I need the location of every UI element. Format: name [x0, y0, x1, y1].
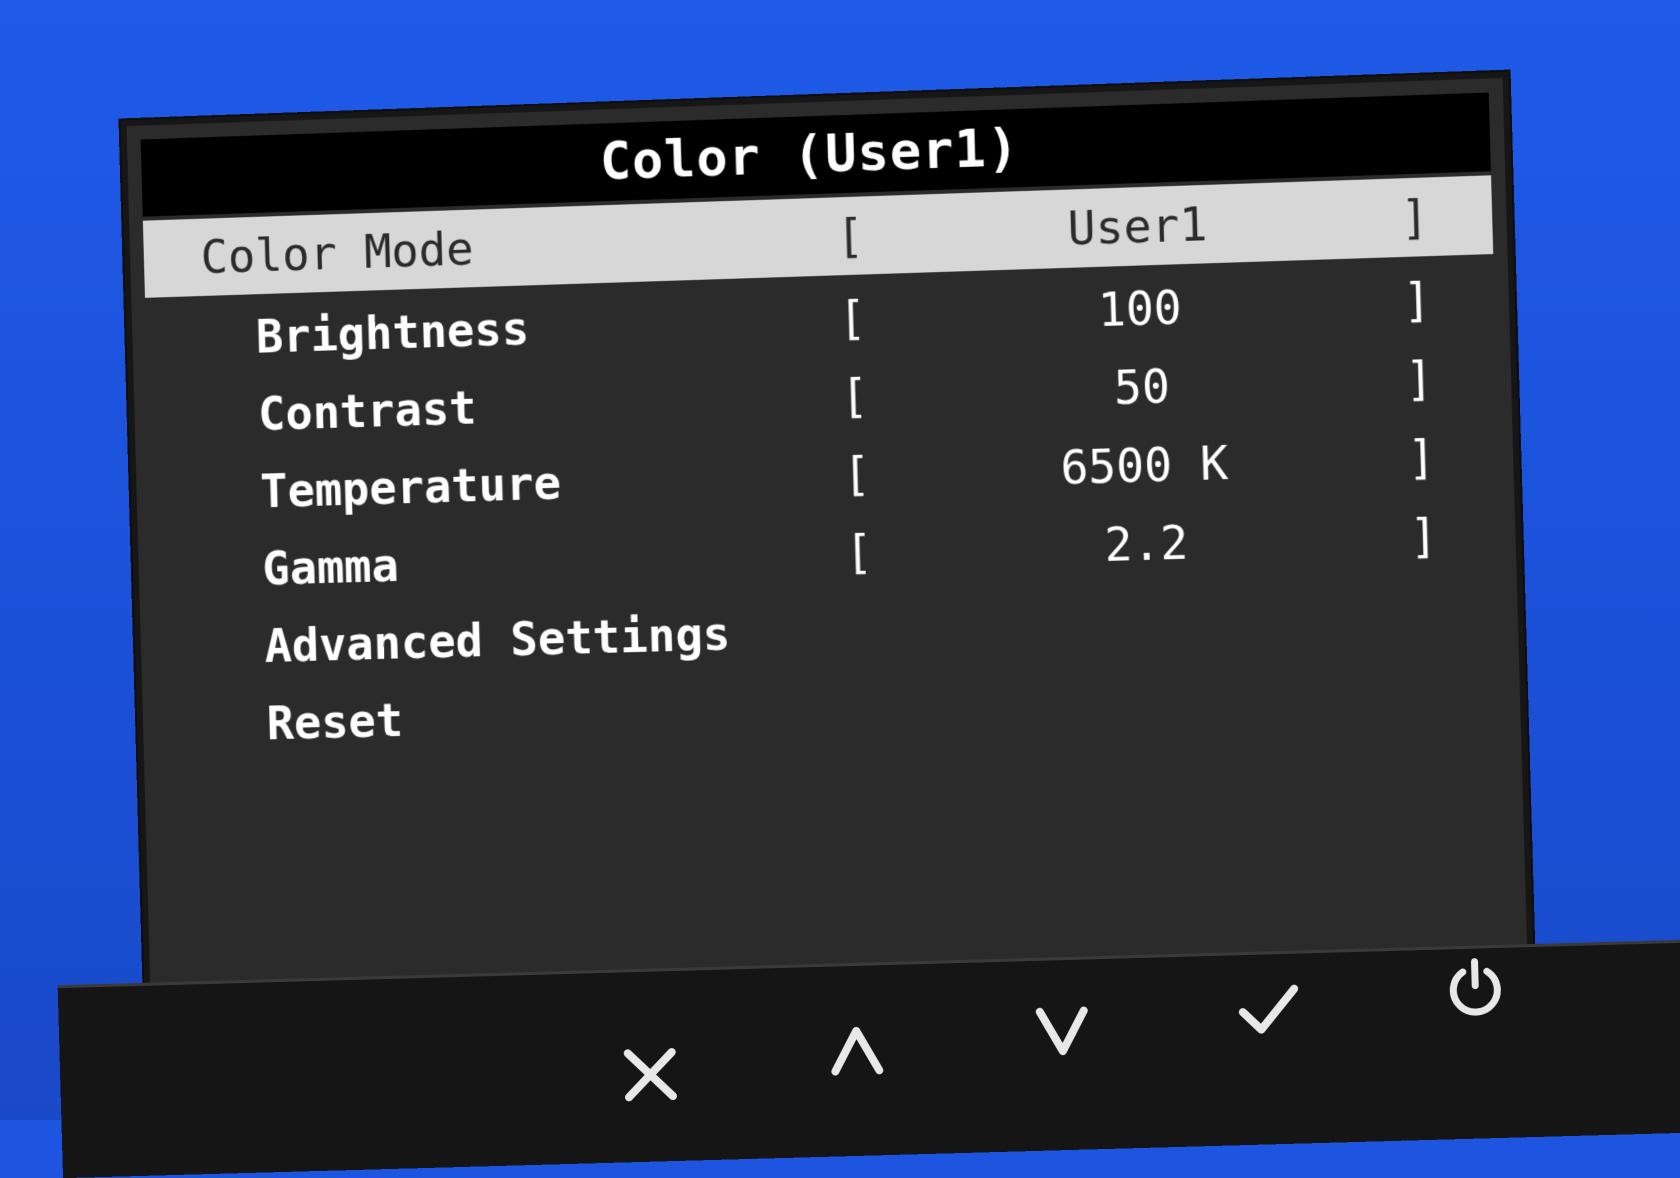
chevron-up-icon — [831, 1026, 884, 1076]
menu-item-label: Advanced Settings — [263, 606, 732, 673]
osd-menu-panel: Color (User1) Color Mode [ User1 ] Brigh… — [120, 71, 1537, 1087]
menu-item-value: 100 — [1097, 280, 1183, 338]
down-button[interactable] — [1016, 985, 1108, 1077]
chevron-down-icon — [1035, 1006, 1088, 1056]
bracket-left: [ — [842, 446, 872, 502]
bracket-left: [ — [844, 524, 874, 580]
bracket-left: [ — [837, 290, 868, 346]
bracket-right: ] — [1399, 189, 1430, 245]
menu-item-value: 50 — [1113, 359, 1171, 416]
menu-item-label: Brightness — [255, 301, 530, 364]
close-button[interactable] — [604, 1028, 696, 1120]
bracket-right: ] — [1408, 508, 1439, 564]
bracket-right: ] — [1406, 429, 1437, 485]
menu-item-label: Temperature — [259, 455, 562, 519]
checkmark-icon — [1238, 984, 1299, 1034]
menu-item-value: 6500 K — [1059, 435, 1229, 495]
power-button[interactable] — [1429, 941, 1521, 1033]
up-button[interactable] — [811, 1005, 903, 1097]
menu-item-label: Gamma — [261, 538, 400, 596]
bracket-right: ] — [1402, 272, 1432, 328]
menu-item-value: 2.2 — [1103, 515, 1190, 573]
close-icon — [623, 1048, 677, 1102]
menu-item-label: Contrast — [257, 380, 478, 441]
enter-button[interactable] — [1223, 963, 1315, 1055]
bracket-right: ] — [1404, 350, 1435, 407]
bracket-left: [ — [840, 368, 870, 424]
menu-item-label: Reset — [265, 693, 404, 751]
menu-item-label: Color Mode — [200, 221, 475, 285]
power-icon — [1449, 958, 1501, 1016]
bracket-left: [ — [835, 208, 865, 264]
menu-item-value: User1 — [1066, 196, 1209, 256]
